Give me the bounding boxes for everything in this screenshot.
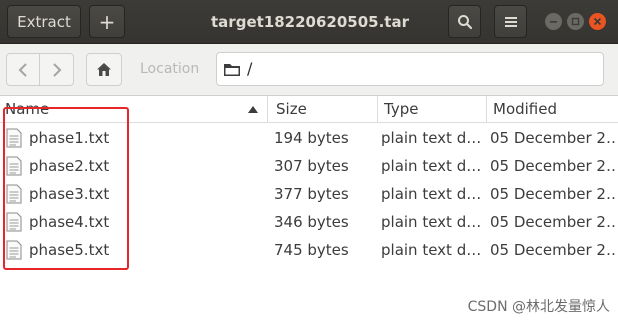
file-type: plain text d…	[381, 241, 482, 259]
file-row[interactable]: phase1.txt 194 bytes plain text d… 05 De…	[0, 124, 618, 152]
column-header-modified[interactable]: Modified	[487, 96, 618, 123]
minimize-button[interactable]	[545, 13, 562, 30]
close-button[interactable]	[589, 13, 606, 30]
file-list: phase1.txt 194 bytes plain text d… 05 De…	[0, 124, 618, 264]
sort-up-icon	[248, 106, 258, 113]
file-size: 194 bytes	[274, 129, 349, 147]
forward-icon	[52, 62, 61, 77]
menu-icon	[504, 16, 517, 27]
maximize-icon	[571, 17, 580, 26]
file-row[interactable]: phase4.txt 346 bytes plain text d… 05 De…	[0, 208, 618, 236]
file-name: phase4.txt	[29, 213, 110, 231]
column-header-type[interactable]: Type	[378, 96, 487, 123]
file-row[interactable]: phase3.txt 377 bytes plain text d… 05 De…	[0, 180, 618, 208]
watermark: CSDN @林北发量惊人	[467, 299, 610, 315]
path-field[interactable]: /	[216, 52, 604, 86]
file-name: phase1.txt	[29, 129, 110, 147]
home-icon	[97, 63, 111, 76]
file-name: phase3.txt	[29, 185, 110, 203]
header-bar: Extract + target18220620505.tar	[0, 0, 618, 44]
file-text-icon	[6, 184, 22, 204]
forward-button[interactable]	[40, 53, 74, 86]
file-type: plain text d…	[381, 213, 482, 231]
file-text-icon	[6, 128, 22, 148]
file-type: plain text d…	[381, 157, 482, 175]
file-modified: 05 December 2…	[490, 213, 616, 231]
file-modified: 05 December 2…	[490, 157, 616, 175]
search-button[interactable]	[448, 5, 481, 38]
close-icon	[593, 17, 602, 26]
file-name: phase5.txt	[29, 241, 110, 259]
file-text-icon	[6, 240, 22, 260]
file-text-icon	[6, 212, 22, 232]
file-type: plain text d…	[381, 185, 482, 203]
file-size: 377 bytes	[274, 185, 349, 203]
minimize-icon	[550, 21, 557, 23]
file-type: plain text d…	[381, 129, 482, 147]
folder-icon	[224, 64, 240, 76]
back-button[interactable]	[6, 53, 40, 86]
file-text-icon	[6, 156, 22, 176]
file-name: phase2.txt	[29, 157, 110, 175]
location-label: Location	[140, 61, 200, 77]
home-button[interactable]	[86, 53, 122, 86]
file-row[interactable]: phase5.txt 745 bytes plain text d… 05 De…	[0, 236, 618, 264]
file-modified: 05 December 2…	[490, 129, 616, 147]
file-size: 745 bytes	[274, 241, 349, 259]
column-name-label: Name	[5, 100, 50, 118]
file-row[interactable]: phase2.txt 307 bytes plain text d… 05 De…	[0, 152, 618, 180]
menu-button[interactable]	[494, 5, 527, 38]
column-header-name[interactable]: Name	[0, 96, 268, 123]
back-icon	[18, 62, 27, 77]
column-header-size[interactable]: Size	[268, 96, 378, 123]
file-modified: 05 December 2…	[490, 185, 616, 203]
column-header-row: Name Size Type Modified	[0, 96, 618, 123]
file-size: 307 bytes	[274, 157, 349, 175]
file-modified: 05 December 2…	[490, 241, 616, 259]
add-files-button[interactable]: +	[89, 5, 125, 38]
window-title: target18220620505.tar	[211, 13, 409, 31]
extract-button[interactable]: Extract	[7, 5, 81, 38]
path-text: /	[247, 59, 253, 78]
location-bar: Location /	[0, 44, 618, 96]
file-size: 346 bytes	[274, 213, 349, 231]
maximize-button[interactable]	[567, 13, 584, 30]
search-icon	[457, 14, 472, 29]
